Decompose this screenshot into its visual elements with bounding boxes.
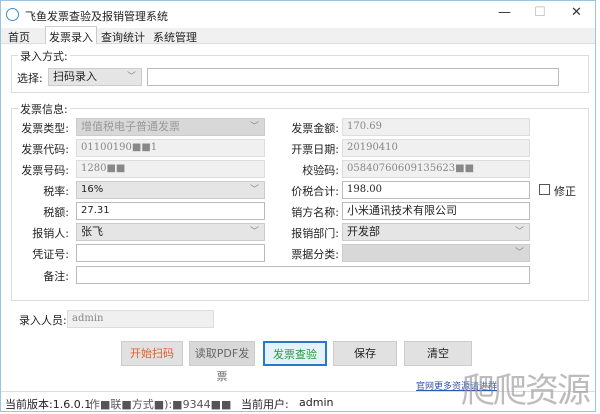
tax-label: 税额: — [43, 206, 69, 219]
correct-checkbox[interactable] — [539, 184, 550, 195]
select-value: 开发部 — [347, 225, 380, 238]
start-scan-button[interactable]: 开始扫码 — [121, 341, 183, 366]
seller-label: 销方名称: — [291, 206, 339, 219]
select-value: 增值税电子普通发票 — [81, 120, 180, 133]
voucher-field[interactable] — [76, 244, 265, 262]
tax-rate-label: 税率: — [43, 185, 69, 198]
total-field[interactable]: 198.00 — [342, 181, 530, 199]
chevron-down-icon: ﹀ — [249, 227, 259, 237]
tab-query-stats[interactable]: 查询统计 — [98, 29, 148, 45]
invoice-type-select[interactable]: 增值税电子普通发票 ﹀ — [76, 118, 265, 136]
amount-label: 发票金额: — [291, 122, 339, 135]
claimant-label: 报销人: — [32, 227, 69, 240]
correct-label: 修正 — [554, 185, 576, 198]
claimant-select[interactable]: 张飞 ﹀ — [76, 223, 265, 241]
contact-text: 作■联■方式■):■9344■■ — [89, 398, 232, 411]
number-label: 发票号码: — [21, 164, 69, 177]
title-bar: 飞鱼发票查验及报销管理系统 — ☐ ✕ — [1, 1, 595, 27]
total-label: 价税合计: — [291, 185, 339, 198]
category-select[interactable]: ﹀ — [342, 244, 530, 262]
close-button[interactable]: ✕ — [571, 5, 582, 20]
select-value: 张飞 — [81, 225, 103, 238]
voucher-label: 凭证号: — [32, 248, 69, 261]
tab-home[interactable]: 首页 — [5, 29, 33, 45]
invoice-number-field[interactable]: 1280■■ — [76, 160, 265, 178]
dept-select[interactable]: 开发部 ﹀ — [342, 223, 530, 241]
select-label: 选择: — [17, 72, 43, 85]
tax-amount-field[interactable]: 27.31 — [76, 202, 265, 220]
chevron-down-icon: ﹀ — [249, 185, 259, 195]
tax-rate-select[interactable]: 16% ﹀ — [76, 181, 265, 199]
tab-invoice-entry[interactable]: 发票录入 — [45, 26, 97, 44]
current-user-label: 当前用户: — [241, 398, 289, 411]
seller-field[interactable]: 小米通讯技术有限公司 — [342, 202, 530, 220]
remark-field[interactable] — [76, 266, 530, 284]
minimize-button[interactable]: — — [498, 5, 511, 20]
tab-system[interactable]: 系统管理 — [150, 29, 200, 45]
amount-field[interactable]: 170.69 — [342, 118, 530, 136]
date-field[interactable]: 20190410 — [342, 139, 530, 157]
read-pdf-button[interactable]: 读取PDF发票 — [189, 341, 255, 383]
tab-bar: 首页 发票录入 查询统计 系统管理 — [1, 26, 595, 45]
chevron-down-icon: ﹀ — [249, 122, 259, 132]
dept-label: 报销部门: — [291, 227, 339, 240]
check-code-label: 校验码: — [302, 164, 339, 177]
date-label: 开票日期: — [291, 143, 339, 156]
chevron-down-icon: ﹀ — [126, 72, 136, 82]
watermark-logo: 爬爬资源 — [461, 371, 591, 411]
group-label: 发票信息: — [18, 101, 70, 117]
main-window: 飞鱼发票查验及报销管理系统 — ☐ ✕ 首页 发票录入 查询统计 系统管理 录入… — [0, 0, 596, 412]
check-code-field[interactable]: 05840760609135623■■ — [342, 160, 530, 178]
operator-field[interactable]: admin — [67, 310, 214, 328]
window-title: 飞鱼发票查验及报销管理系统 — [25, 10, 168, 23]
scan-input[interactable] — [147, 68, 559, 86]
operator-label: 录入人员: — [19, 314, 67, 327]
chevron-down-icon: ﹀ — [514, 248, 524, 258]
category-label: 票据分类: — [291, 248, 339, 261]
group-label: 录入方式: — [18, 48, 70, 64]
type-label: 发票类型: — [21, 122, 69, 135]
remark-label: 备注: — [43, 270, 69, 283]
app-icon — [6, 8, 19, 21]
chevron-down-icon: ﹀ — [514, 227, 524, 237]
verify-invoice-button[interactable]: 发票查验 — [263, 341, 327, 366]
maximize-button[interactable]: ☐ — [534, 5, 546, 20]
entry-mode-select[interactable]: 扫码录入 ﹀ — [48, 68, 142, 86]
current-user-value: admin — [299, 396, 334, 409]
select-value: 扫码录入 — [53, 70, 97, 83]
invoice-code-field[interactable]: 01100190■■1 — [76, 139, 265, 157]
version-text: 当前版本:1.6.0.1 — [5, 398, 92, 411]
select-value: 16% — [81, 184, 104, 195]
code-label: 发票代码: — [21, 143, 69, 156]
save-button[interactable]: 保存 — [333, 341, 397, 366]
